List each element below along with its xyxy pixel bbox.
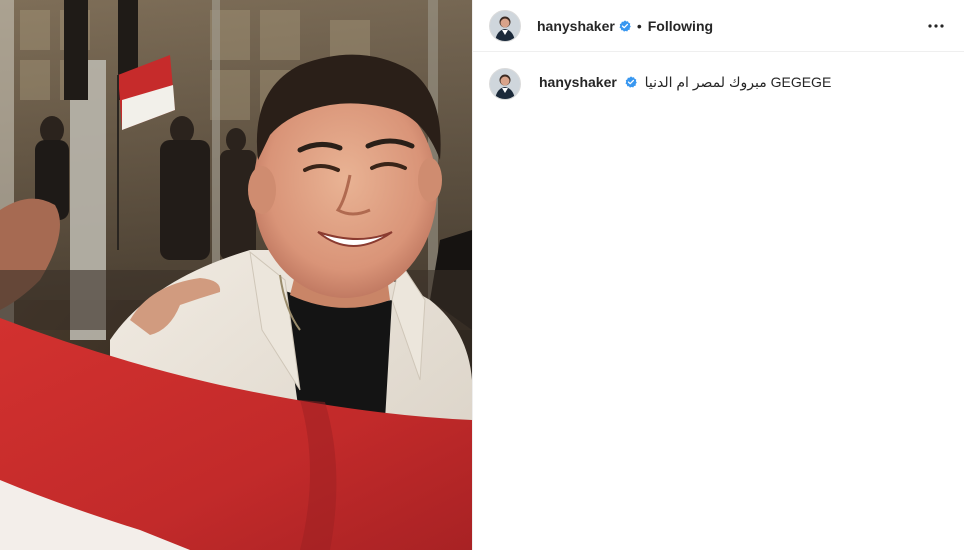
post-side-panel: hanyshaker • Following hanyshaker مبروك … (472, 0, 964, 550)
avatar-icon (490, 69, 520, 99)
more-options-button[interactable] (924, 14, 948, 38)
author-username[interactable]: hanyshaker (537, 18, 615, 34)
header-separator: • (636, 17, 642, 34)
post-header: hanyshaker • Following (473, 0, 964, 52)
post-image[interactable] (0, 0, 472, 550)
more-options-icon (928, 23, 944, 28)
verified-badge-icon (625, 76, 637, 88)
photo-illustration (0, 0, 472, 550)
verified-badge-icon (619, 19, 631, 32)
comments-section: hanyshaker مبروك لمصر ام الدنيا GEGEGE (473, 52, 964, 100)
post-caption: hanyshaker مبروك لمصر ام الدنيا GEGEGE (489, 68, 948, 100)
caption-body: مبروك لمصر ام الدنيا GEGEGE (644, 74, 832, 90)
avatar-icon (490, 10, 520, 41)
caption-text: hanyshaker مبروك لمصر ام الدنيا GEGEGE (539, 73, 831, 91)
caption-username[interactable]: hanyshaker (539, 74, 617, 90)
caption-avatar[interactable] (489, 68, 521, 100)
post-dialog: hanyshaker • Following hanyshaker مبروك … (0, 0, 964, 550)
following-button[interactable]: Following (648, 18, 713, 34)
profile-avatar[interactable] (489, 9, 521, 42)
